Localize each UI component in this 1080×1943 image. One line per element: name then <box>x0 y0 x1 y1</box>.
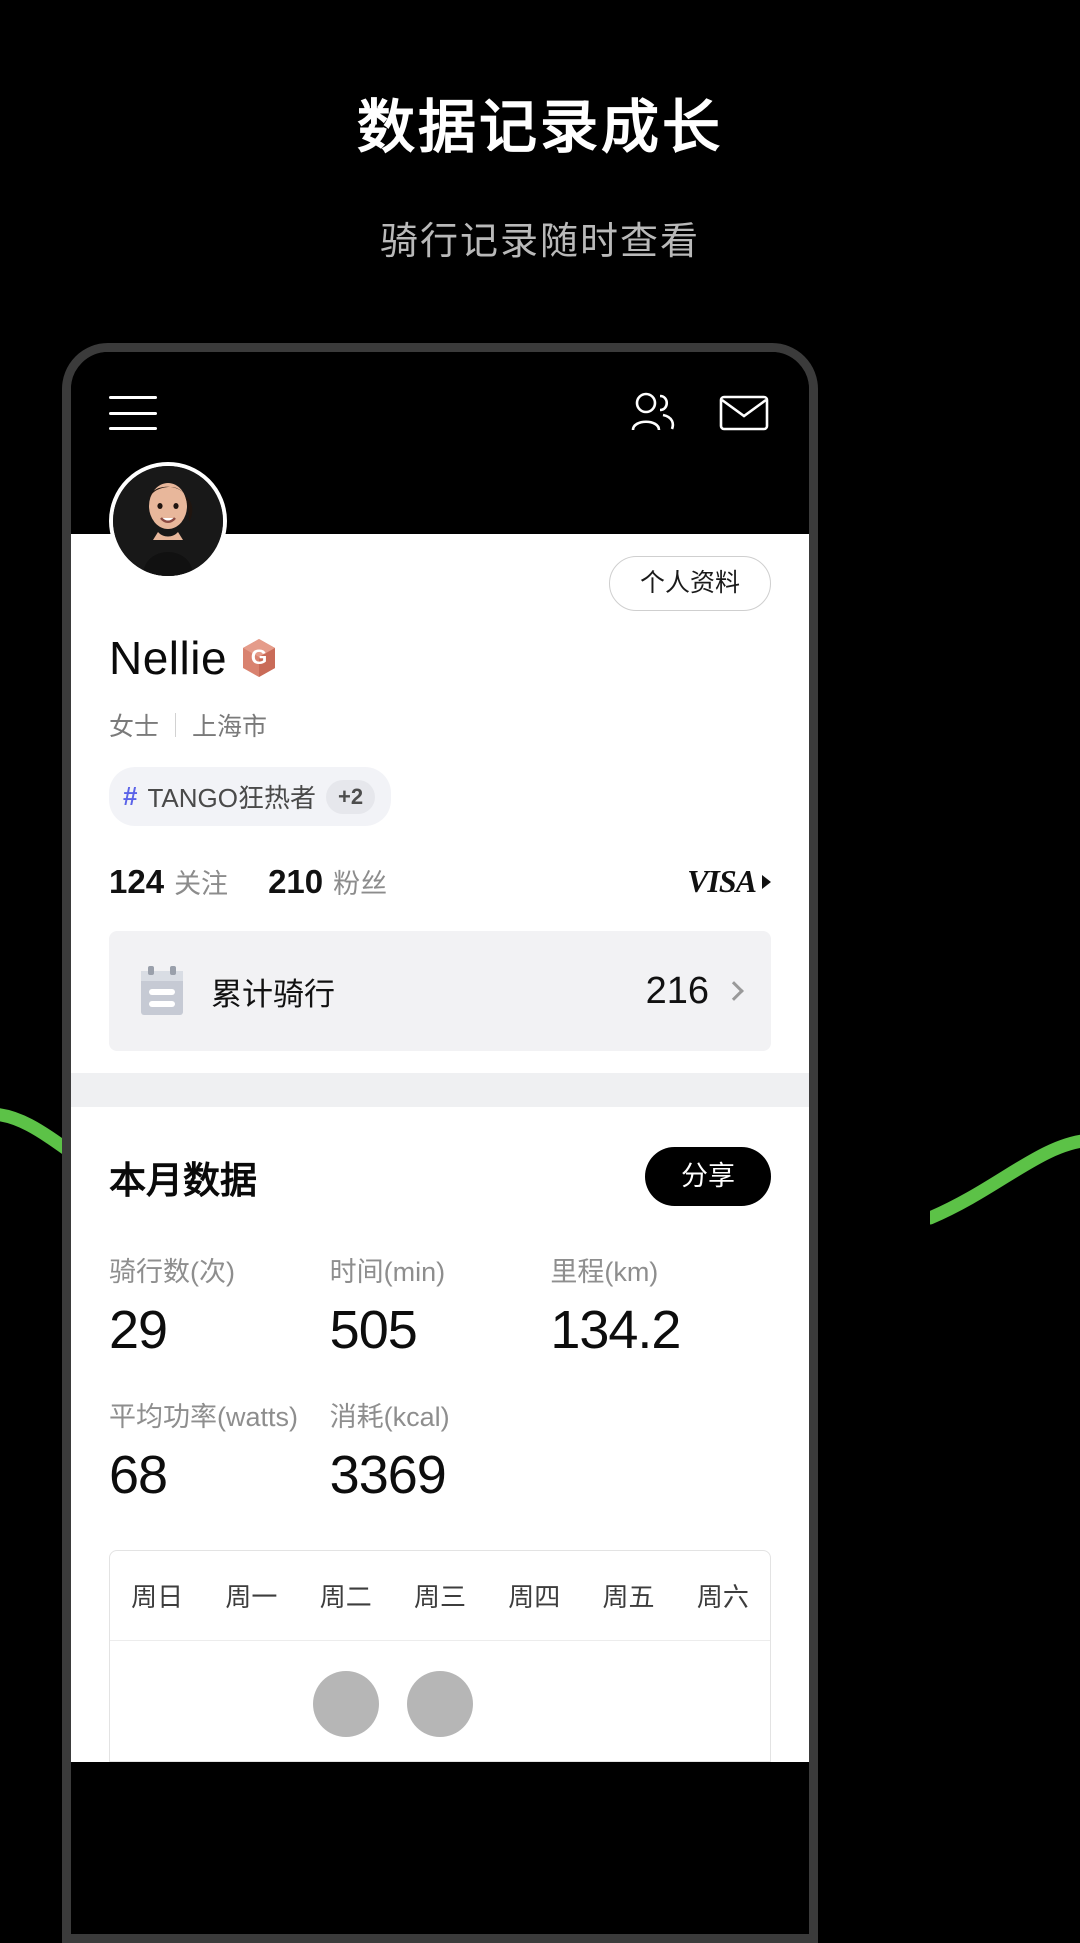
profile-meta: 女士 上海市 <box>109 707 771 743</box>
following-label: 关注 <box>174 869 229 899</box>
profile-button[interactable]: 个人资料 <box>608 556 771 611</box>
tag-label: TANGO狂热者 <box>147 783 316 813</box>
weekday-tab[interactable]: 周三 <box>393 1577 487 1614</box>
total-ride-card[interactable]: 累计骑行 216 <box>109 931 771 1051</box>
metric-cell: 里程(km) 134.2 <box>550 1250 771 1361</box>
section-divider <box>71 1073 809 1107</box>
g-badge-letter: G <box>250 646 268 669</box>
metric-value: 134.2 <box>550 1300 681 1360</box>
weekday-tab[interactable]: 周五 <box>581 1577 675 1614</box>
friends-icon[interactable] <box>627 390 677 436</box>
app-header <box>71 352 809 474</box>
phone-mockup: 个人资料 Nellie G 女士 上海市 # TANGO狂热者 +2 124 关… <box>62 343 818 1943</box>
weekly-chart-card: 周日 周一 周二 周三 周四 周五 周六 <box>109 1550 771 1762</box>
metric-cell-empty <box>550 1395 771 1506</box>
social-stats: 124 关注 210 粉丝 VISA <box>109 862 771 901</box>
chart-bubble <box>406 1671 473 1737</box>
chart-column <box>676 1671 770 1761</box>
profile-section: 个人资料 Nellie G 女士 上海市 # TANGO狂热者 +2 124 关… <box>71 462 809 1073</box>
interest-tag-chip[interactable]: # TANGO狂热者 +2 <box>109 767 392 826</box>
share-button[interactable]: 分享 <box>645 1147 771 1206</box>
metric-label: 里程(km) <box>550 1257 659 1287</box>
g-badge-icon: G <box>241 638 277 678</box>
metric-value: 68 <box>109 1445 168 1505</box>
weekday-tab[interactable]: 周日 <box>110 1577 204 1614</box>
metric-value: 505 <box>329 1300 418 1360</box>
chart-column <box>204 1671 298 1761</box>
metric-value: 29 <box>109 1300 168 1360</box>
weekday-tab[interactable]: 周四 <box>487 1577 581 1614</box>
following-stat[interactable]: 124 关注 <box>109 862 228 901</box>
tag-more-count: +2 <box>326 779 376 814</box>
metric-label: 时间(min) <box>329 1257 446 1287</box>
metric-cell: 平均功率(watts) 68 <box>109 1395 330 1506</box>
weekday-tab[interactable]: 周二 <box>299 1577 393 1614</box>
metric-cell: 时间(min) 505 <box>330 1250 551 1361</box>
mail-icon[interactable] <box>719 393 769 433</box>
followers-label: 粉丝 <box>333 869 388 899</box>
weekday-tabs: 周日 周一 周二 周三 周四 周五 周六 <box>110 1551 770 1641</box>
gender-label: 女士 <box>109 713 160 741</box>
monthly-data-section: 本月数据 分享 骑行数(次) 29 时间(min) 505 里程(km) 134… <box>71 1107 809 1762</box>
followers-count: 210 <box>268 863 324 900</box>
chart-column <box>299 1671 393 1761</box>
meta-divider <box>175 713 177 737</box>
chevron-right-icon <box>762 874 771 889</box>
followers-stat[interactable]: 210 粉丝 <box>268 862 387 901</box>
metric-cell: 消耗(kcal) 3369 <box>330 1395 551 1506</box>
name-row: Nellie G <box>109 631 771 685</box>
chart-bubble <box>312 1671 379 1737</box>
page-title: 数据记录成长 <box>356 95 723 160</box>
weekday-tab[interactable]: 周六 <box>676 1577 770 1614</box>
payment-card-entry[interactable]: VISA <box>687 863 771 900</box>
chart-column <box>487 1671 581 1761</box>
monthly-header: 本月数据 分享 <box>109 1147 771 1206</box>
total-ride-label: 累计骑行 <box>211 976 335 1012</box>
chart-column <box>581 1671 675 1761</box>
calendar-icon <box>139 965 185 1017</box>
weekday-tab[interactable]: 周一 <box>204 1577 298 1614</box>
metric-value: 3369 <box>329 1445 447 1505</box>
metrics-grid: 骑行数(次) 29 时间(min) 505 里程(km) 134.2 平均功率(… <box>109 1250 771 1506</box>
chevron-right-icon <box>724 981 744 1001</box>
metric-cell: 骑行数(次) 29 <box>109 1250 330 1361</box>
metric-label: 骑行数(次) <box>109 1257 235 1287</box>
weekly-chart-body <box>110 1641 770 1761</box>
avatar[interactable] <box>109 462 227 580</box>
green-accent-right <box>930 1134 1080 1225</box>
metric-label: 平均功率(watts) <box>109 1402 298 1432</box>
chart-column <box>393 1671 487 1761</box>
hash-icon: # <box>123 781 138 811</box>
total-ride-right: 216 <box>645 969 744 1013</box>
total-ride-value: 216 <box>645 969 709 1012</box>
page-subtitle: 骑行记录随时查看 <box>379 220 700 263</box>
phone-screen: 个人资料 Nellie G 女士 上海市 # TANGO狂热者 +2 124 关… <box>71 352 809 1934</box>
city-label: 上海市 <box>192 713 268 741</box>
visa-logo: VISA <box>687 863 757 899</box>
metric-label: 消耗(kcal) <box>329 1402 450 1432</box>
monthly-title: 本月数据 <box>109 1159 257 1201</box>
hamburger-icon[interactable] <box>109 396 157 430</box>
promo-header: 数据记录成长 骑行记录随时查看 <box>0 0 1080 265</box>
header-actions <box>627 390 769 436</box>
following-count: 124 <box>109 863 165 900</box>
chart-column <box>110 1671 204 1761</box>
user-name: Nellie <box>109 632 228 684</box>
